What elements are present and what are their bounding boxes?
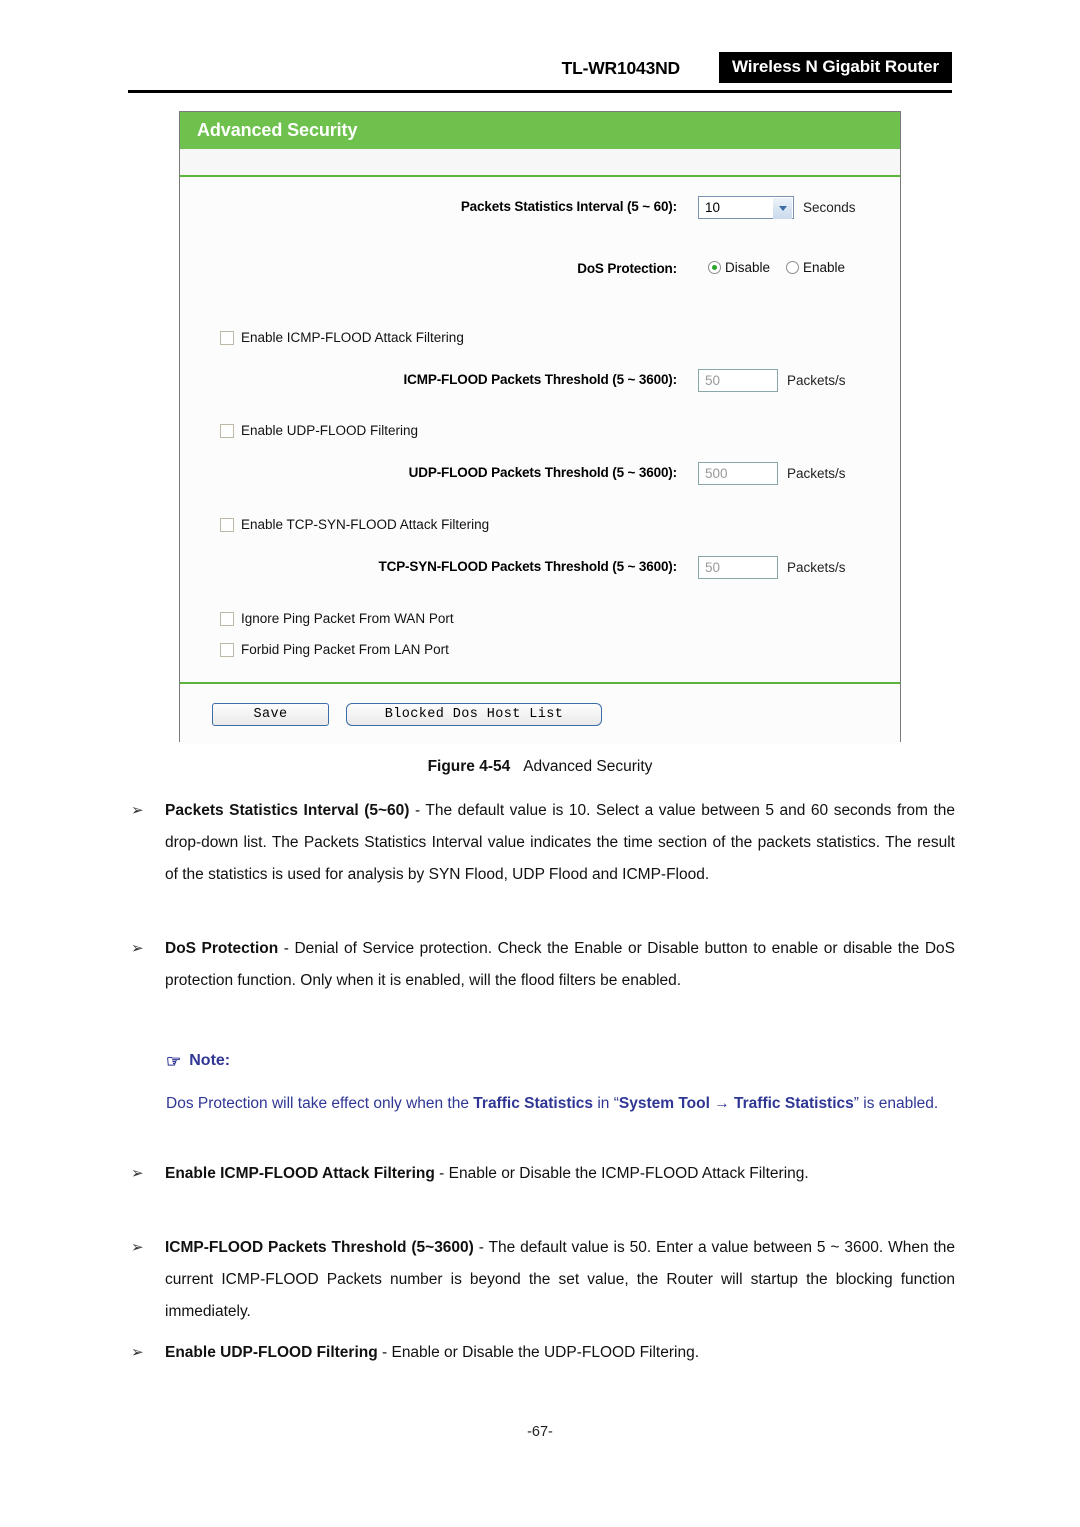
panel-footer: Save Blocked Dos Host List [180, 684, 900, 744]
udp-flood-enable-row[interactable]: Enable UDP-FLOOD Filtering [220, 423, 418, 438]
bullet-body: Enable ICMP-FLOOD Attack Filtering - Ena… [165, 1158, 955, 1190]
bullet-enable-icmp-flood: ➢ Enable ICMP-FLOOD Attack Filtering - E… [131, 1158, 955, 1190]
note-bold-1: Traffic Statistics [473, 1095, 594, 1112]
bullet-term: DoS Protection [165, 940, 279, 957]
note-title: Note: [189, 1052, 231, 1069]
tcp-threshold-label-wrap: TCP-SYN-FLOOD Packets Threshold (5 ~ 360… [180, 559, 678, 574]
note-bold-2: System Tool [618, 1095, 710, 1112]
dos-protection-disable-label: Disable [725, 260, 771, 275]
bullet-marker: ➢ [131, 940, 144, 957]
figure-title: Advanced Security [523, 758, 653, 775]
forbid-ping-lan-label: Forbid Ping Packet From LAN Port [241, 642, 449, 657]
forbid-ping-lan-row[interactable]: Forbid Ping Packet From LAN Port [220, 642, 449, 657]
router-model-label: TL-WR1043ND [561, 58, 681, 78]
note-body: Dos Protection will take effect only whe… [166, 1088, 955, 1120]
bullet-enable-udp-flood: ➢ Enable UDP-FLOOD Filtering - Enable or… [131, 1337, 955, 1369]
tcp-syn-flood-enable-row[interactable]: Enable TCP-SYN-FLOOD Attack Filtering [220, 517, 489, 532]
packets-interval-label-wrap: Packets Statistics Interval (5 ~ 60): [180, 199, 677, 214]
panel-subbar [180, 149, 900, 177]
packets-interval-unit: Seconds [803, 200, 856, 215]
bullet-body: Enable UDP-FLOOD Filtering - Enable or D… [165, 1337, 955, 1369]
udp-flood-enable-checkbox[interactable] [220, 423, 234, 438]
note-heading: ☞ Note: [166, 1052, 230, 1070]
icmp-threshold-unit: Packets/s [787, 373, 846, 388]
tcp-threshold-input[interactable]: 50 [698, 556, 778, 579]
bullet-term: Packets Statistics Interval (5~60) [165, 802, 410, 819]
icmp-threshold-input[interactable]: 50 [698, 369, 778, 392]
bullet-dos-protection: ➢ DoS Protection - Denial of Service pro… [131, 933, 955, 997]
bullet-marker: ➢ [131, 1239, 144, 1256]
note-text-1: Dos Protection will take effect only whe… [166, 1095, 474, 1112]
udp-threshold-label: UDP-FLOOD Packets Threshold (5 ~ 3600): [408, 465, 678, 480]
packets-interval-value: 10 [705, 200, 721, 215]
bullet-term: Enable UDP-FLOOD Filtering [165, 1344, 378, 1361]
icmp-flood-enable-row[interactable]: Enable ICMP-FLOOD Attack Filtering [220, 330, 464, 345]
bullet-body: DoS Protection - Denial of Service prote… [165, 933, 955, 997]
udp-threshold-control: 500 Packets/s [698, 462, 846, 485]
dos-protection-radio-group: Disable Enable [708, 260, 845, 275]
save-button[interactable]: Save [212, 702, 329, 726]
tcp-threshold-label: TCP-SYN-FLOOD Packets Threshold (5 ~ 360… [378, 559, 678, 574]
icmp-flood-enable-label: Enable ICMP-FLOOD Attack Filtering [241, 330, 464, 345]
udp-flood-enable-label: Enable UDP-FLOOD Filtering [241, 423, 419, 438]
bullet-body: ICMP-FLOOD Packets Threshold (5~3600) - … [165, 1232, 955, 1328]
bullet-description: - Enable or Disable the UDP-FLOOD Filter… [377, 1344, 700, 1361]
panel-title: Advanced Security [180, 112, 900, 149]
note-text-2: in “ [593, 1095, 619, 1112]
bullet-packets-statistics-interval: ➢ Packets Statistics Interval (5~60) - T… [131, 795, 955, 891]
ignore-ping-wan-row[interactable]: Ignore Ping Packet From WAN Port [220, 611, 454, 626]
icmp-threshold-label-wrap: ICMP-FLOOD Packets Threshold (5 ~ 3600): [180, 372, 678, 387]
bullet-marker: ➢ [131, 1165, 144, 1182]
bullet-body: Packets Statistics Interval (5~60) - The… [165, 795, 955, 891]
udp-threshold-unit: Packets/s [787, 466, 846, 481]
dos-protection-enable-label: Enable [803, 260, 846, 275]
header-rule [128, 90, 952, 93]
bullet-description: - Denial of Service protection. Check th… [165, 940, 956, 989]
figure-caption: Figure 4-54 Advanced Security [0, 758, 1080, 776]
bullet-description: - Enable or Disable the ICMP-FLOOD Attac… [434, 1165, 809, 1182]
note-text-3: ” is enabled. [853, 1095, 939, 1112]
dos-protection-label: DoS Protection: [577, 261, 677, 276]
router-product-badge: Wireless N Gigabit Router [718, 52, 952, 83]
tcp-syn-flood-enable-label: Enable TCP-SYN-FLOOD Attack Filtering [241, 517, 490, 532]
tcp-threshold-control: 50 Packets/s [698, 556, 846, 579]
bullet-marker: ➢ [131, 1344, 144, 1361]
radio-disable-icon[interactable] [708, 261, 721, 274]
packets-interval-label: Packets Statistics Interval (5 ~ 60): [460, 199, 677, 214]
tcp-syn-flood-enable-checkbox[interactable] [220, 517, 234, 532]
icmp-threshold-value: 50 [705, 373, 721, 388]
icmp-threshold-control: 50 Packets/s [698, 369, 846, 392]
bullet-term: ICMP-FLOOD Packets Threshold (5~3600) [165, 1239, 474, 1256]
page-number: -67- [527, 1424, 553, 1440]
icmp-threshold-label: ICMP-FLOOD Packets Threshold (5 ~ 3600): [403, 372, 678, 387]
note-arrow-icon: → [709, 1095, 735, 1112]
packets-interval-control: 10 Seconds [698, 196, 856, 219]
udp-threshold-value: 500 [705, 466, 728, 481]
forbid-ping-lan-checkbox[interactable] [220, 642, 234, 657]
packets-interval-select[interactable]: 10 [698, 196, 794, 219]
tcp-threshold-unit: Packets/s [787, 560, 846, 575]
ignore-ping-wan-label: Ignore Ping Packet From WAN Port [241, 611, 454, 626]
advanced-security-panel: Advanced Security Packets Statistics Int… [179, 111, 901, 744]
udp-threshold-input[interactable]: 500 [698, 462, 778, 485]
panel-body: Packets Statistics Interval (5 ~ 60): 10… [180, 177, 900, 684]
hand-pointing-icon: ☞ [166, 1051, 182, 1071]
bullet-icmp-threshold: ➢ ICMP-FLOOD Packets Threshold (5~3600) … [131, 1232, 955, 1328]
dos-protection-control: Disable Enable [708, 260, 845, 275]
dos-protection-radio-disable[interactable]: Disable [708, 260, 770, 275]
ignore-ping-wan-checkbox[interactable] [220, 611, 234, 626]
blocked-dos-host-list-button[interactable]: Blocked Dos Host List [346, 702, 602, 726]
dos-protection-label-wrap: DoS Protection: [180, 261, 677, 276]
note-bold-3: Traffic Statistics [734, 1095, 854, 1112]
icmp-flood-enable-checkbox[interactable] [220, 330, 234, 345]
bullet-marker: ➢ [131, 802, 144, 819]
udp-threshold-label-wrap: UDP-FLOOD Packets Threshold (5 ~ 3600): [180, 465, 678, 480]
figure-number: Figure 4-54 [427, 758, 511, 775]
chevron-down-icon[interactable] [773, 198, 792, 219]
dos-protection-radio-enable[interactable]: Enable [786, 260, 845, 275]
tcp-threshold-value: 50 [705, 560, 721, 575]
bullet-term: Enable ICMP-FLOOD Attack Filtering [165, 1165, 435, 1182]
radio-enable-icon[interactable] [786, 261, 800, 274]
page-header: TL-WR1043ND Wireless N Gigabit Router [128, 52, 952, 96]
